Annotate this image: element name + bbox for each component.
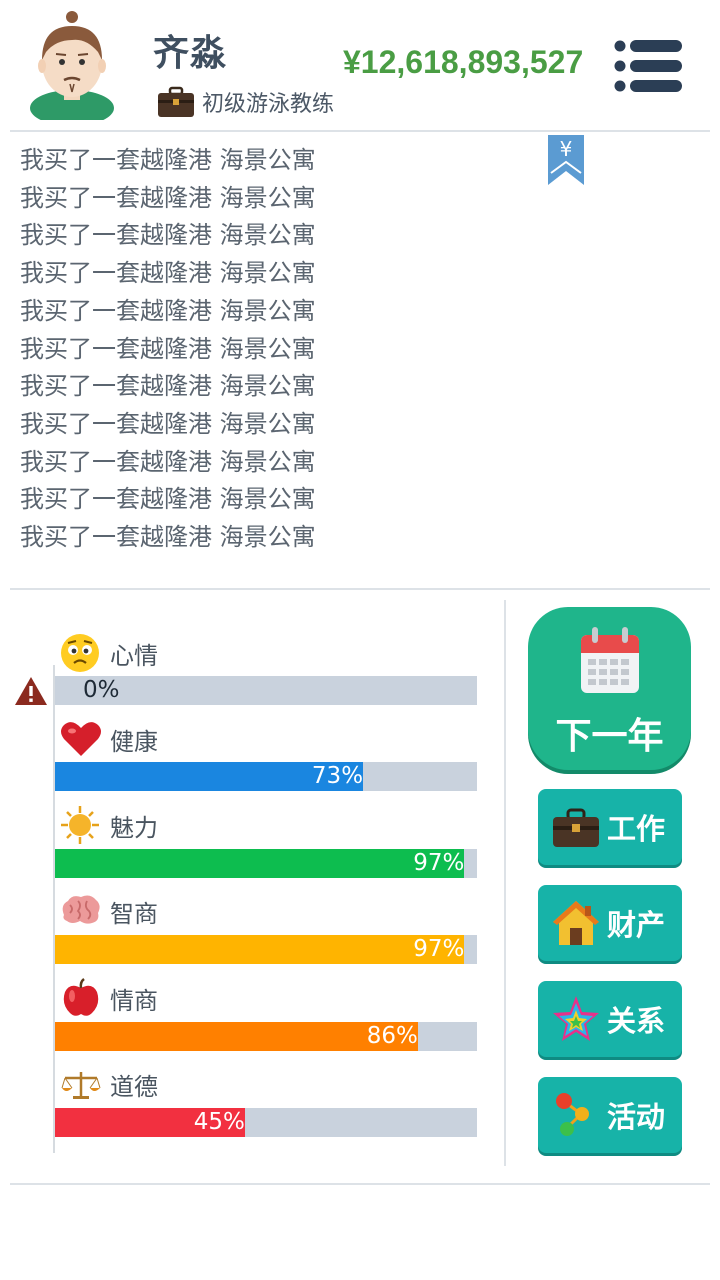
apple-icon	[63, 978, 99, 1016]
stat-mood: 心情	[60, 633, 158, 673]
morality-percent: 45%	[193, 1109, 245, 1135]
mood-percent: 0%	[83, 677, 120, 703]
house-icon	[553, 901, 599, 945]
mood-bar: 0%	[55, 676, 477, 705]
log-line: 我买了一套越隆港 海景公寓	[20, 447, 316, 476]
player-name: 齐淼	[153, 33, 228, 74]
bottom-divider	[10, 1183, 710, 1185]
activities-label: 活动	[607, 1100, 666, 1134]
log-line: 我买了一套越隆港 海景公寓	[20, 146, 316, 174]
yuan-bookmark-icon[interactable]: ¥	[547, 135, 585, 185]
log-line: 我买了一套越隆港 海景公寓	[20, 372, 316, 401]
health-bar: 73%	[55, 762, 477, 791]
log-line: 我买了一套越隆港 海景公寓	[20, 259, 316, 288]
stat-label-charm: 魅力	[110, 813, 158, 842]
job-title: 初级游泳教练	[202, 92, 335, 117]
money-amount: ¥12,618,893,527	[343, 44, 584, 80]
log-line: 我买了一套越隆港 海景公寓	[20, 523, 316, 552]
bookmark-symbol: ¥	[560, 137, 573, 161]
stat-label-mood: 心情	[110, 641, 158, 670]
header-divider	[10, 130, 710, 132]
log-line: 我买了一套越隆港 海景公寓	[20, 183, 316, 212]
stat-charm: 魅力	[60, 805, 158, 845]
menu-icon[interactable]	[612, 38, 684, 94]
iq-bar: 97%	[55, 935, 477, 964]
star-icon	[553, 996, 599, 1041]
log-line: 我买了一套越隆港 海景公寓	[20, 409, 316, 438]
calendar-icon	[581, 627, 639, 693]
morality-bar: 45%	[55, 1108, 477, 1137]
log-divider	[10, 588, 710, 590]
stat-iq: 智商	[60, 891, 158, 931]
log-line: 我买了一套越隆港 海景公寓	[20, 334, 316, 363]
stat-eq: 情商	[60, 978, 158, 1018]
log-line: 我买了一套越隆港 海景公寓	[20, 485, 316, 514]
briefcase-icon	[158, 86, 194, 117]
property-label: 财产	[607, 908, 666, 942]
stat-label-health: 健康	[110, 727, 158, 756]
next-year-button[interactable]: 下一年	[528, 607, 691, 770]
stats-axis-line	[53, 665, 55, 1153]
dots-icon	[556, 1093, 589, 1136]
stat-morality: 道德	[60, 1064, 158, 1104]
briefcase-icon	[553, 808, 599, 847]
eq-bar: 86%	[55, 1022, 477, 1051]
charm-bar: 97%	[55, 849, 477, 878]
warning-icon[interactable]	[14, 676, 48, 706]
stat-label-morality: 道德	[110, 1072, 158, 1101]
stat-label-eq: 情商	[110, 986, 158, 1015]
next-year-label: 下一年	[555, 716, 664, 757]
panel-separator	[504, 600, 506, 1166]
job-info: 初级游泳教练	[157, 86, 334, 118]
property-button[interactable]: 财产	[538, 885, 682, 961]
eq-percent: 86%	[366, 1023, 418, 1049]
iq-percent: 97%	[413, 936, 465, 962]
activities-button[interactable]: 活动	[538, 1077, 682, 1153]
charm-percent: 97%	[413, 850, 465, 876]
relations-label: 关系	[607, 1004, 666, 1038]
relations-button[interactable]: 关系	[538, 981, 682, 1057]
log-line: 我买了一套越隆港 海景公寓	[20, 221, 316, 250]
log-line: 我买了一套越隆港 海景公寓	[20, 296, 316, 325]
stat-health: 健康	[60, 719, 158, 759]
work-label: 工作	[607, 812, 666, 846]
stat-label-iq: 智商	[110, 899, 158, 928]
heart-icon	[61, 722, 101, 756]
sun-icon	[61, 806, 99, 844]
worried-face-icon	[61, 634, 99, 672]
brain-icon	[62, 895, 100, 924]
work-button[interactable]: 工作	[538, 789, 682, 865]
scales-icon	[61, 1072, 101, 1099]
event-log[interactable]: 我买了一套越隆港 海景公寓 我买了一套越隆港 海景公寓 我买了一套越隆港 海景公…	[20, 142, 316, 557]
avatar[interactable]	[26, 8, 118, 120]
health-percent: 73%	[311, 763, 364, 789]
